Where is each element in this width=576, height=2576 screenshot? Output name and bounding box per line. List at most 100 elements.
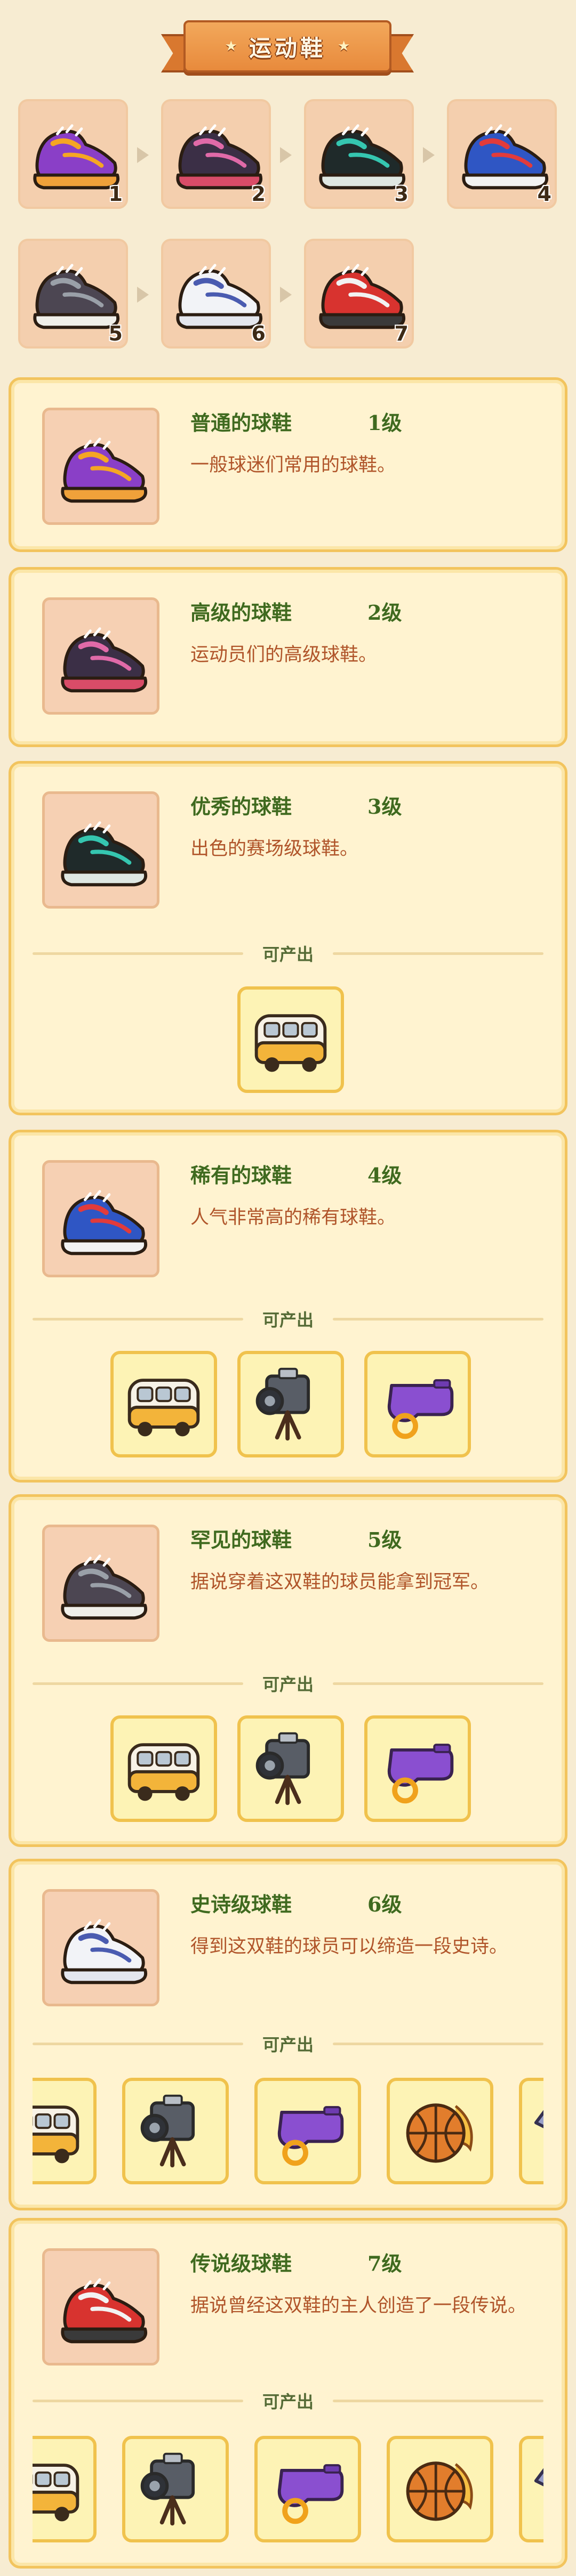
shoe-name: 稀有的球鞋	[190, 1163, 292, 1187]
whistle-icon	[277, 2464, 344, 2524]
video-camera-icon	[255, 1732, 310, 1805]
shoe-level: 6级	[367, 1892, 402, 1916]
product-item-bus[interactable]	[33, 2078, 97, 2184]
ribbon-body: ★ 运动鞋 ★	[183, 20, 391, 72]
bus-icon	[33, 2464, 79, 2522]
produce-divider: 可产出	[33, 2390, 543, 2412]
shoe-name: 高级的球鞋	[190, 601, 292, 625]
bus-icon	[254, 1014, 327, 1072]
product-item-jersey[interactable]	[519, 2078, 543, 2184]
sneaker-icon	[61, 1919, 147, 1984]
shoe-portrait	[42, 1160, 159, 1277]
product-item-whistle[interactable]	[254, 2436, 361, 2542]
video-camera-icon	[255, 1367, 310, 1441]
product-item-bus[interactable]	[33, 2436, 97, 2542]
star-icon: ★	[225, 38, 237, 54]
shoe-portrait	[42, 1889, 159, 2006]
shoe-portrait	[42, 2248, 159, 2366]
whistle-icon	[387, 1379, 454, 1439]
shoe-level: 5级	[367, 1528, 402, 1552]
product-strip[interactable]	[33, 2075, 543, 2188]
product-item-basketball[interactable]	[387, 2436, 493, 2542]
shoe-description: 出色的赛场级球鞋。	[190, 838, 359, 860]
bus-icon	[127, 1743, 200, 1801]
produce-divider: 可产出	[33, 1673, 543, 1695]
basketball-icon	[406, 2103, 473, 2163]
level-number: 7	[394, 322, 409, 345]
shoe-name: 史诗级球鞋	[190, 1892, 292, 1916]
produce-label: 可产出	[262, 944, 314, 965]
level-number: 4	[537, 182, 551, 206]
sneaker-icon	[61, 1190, 147, 1255]
evolution-tile[interactable]: 3	[304, 99, 414, 209]
title-ribbon: ★ 运动鞋 ★	[161, 20, 414, 80]
jersey-icon	[534, 2468, 543, 2486]
shoe-description: 一般球迷们常用的球鞋。	[190, 455, 396, 476]
shoe-card: 罕见的球鞋 5级 据说穿着这双鞋的球员能拿到冠军。 可产出	[9, 1494, 567, 1847]
level-number: 3	[394, 182, 409, 206]
produce-label: 可产出	[262, 2035, 314, 2055]
shoe-name: 罕见的球鞋	[190, 1528, 292, 1552]
shoe-card: 稀有的球鞋 4级 人气非常高的稀有球鞋。 可产出	[9, 1130, 567, 1483]
product-item-basketball[interactable]	[387, 2078, 493, 2184]
evolution-tile[interactable]: 7	[304, 239, 414, 349]
product-item-whistle[interactable]	[364, 1715, 471, 1822]
produce-label: 可产出	[262, 2392, 314, 2412]
whistle-icon	[387, 1744, 454, 1804]
arrow-right-icon	[280, 287, 292, 303]
product-item-camera[interactable]	[122, 2436, 229, 2542]
product-item-camera[interactable]	[237, 1351, 344, 1457]
product-item-bus[interactable]	[237, 986, 344, 1093]
shoe-card: 普通的球鞋 1级 一般球迷们常用的球鞋。	[9, 377, 567, 552]
arrow-right-icon	[423, 147, 435, 163]
shoe-card: 史诗级球鞋 6级 得到这双鞋的球员可以缔造一段史诗。 可产出	[9, 1859, 567, 2210]
shoe-description: 据说曾经这双鞋的主人创造了一段传说。	[190, 2295, 527, 2316]
evolution-tile[interactable]: 5	[18, 239, 128, 349]
level-number: 6	[251, 322, 266, 345]
product-item-bus[interactable]	[110, 1715, 217, 1822]
sneaker-icon	[61, 2278, 147, 2344]
shoe-card: 传说级球鞋 7级 据说曾经这双鞋的主人创造了一段传说。 可产出	[9, 2218, 567, 2569]
evolution-tile[interactable]: 4	[447, 99, 557, 209]
jersey-icon	[534, 2110, 543, 2128]
level-number: 5	[108, 322, 123, 345]
product-item-jersey[interactable]	[519, 2436, 543, 2542]
product-strip[interactable]	[33, 2433, 543, 2546]
evolution-tile[interactable]: 1	[18, 99, 128, 209]
shoe-card: 优秀的球鞋 3级 出色的赛场级球鞋。 可产出	[9, 761, 567, 1115]
shoe-portrait	[42, 791, 159, 909]
product-item-whistle[interactable]	[364, 1351, 471, 1457]
shoe-name: 普通的球鞋	[190, 411, 292, 435]
star-icon: ★	[338, 38, 350, 54]
page-title: 运动鞋	[249, 35, 326, 61]
shoe-description: 得到这双鞋的球员可以缔造一段史诗。	[190, 1936, 508, 1957]
produce-divider: 可产出	[33, 1308, 543, 1330]
sneaker-icon	[61, 1554, 147, 1620]
evolution-tile[interactable]: 6	[161, 239, 271, 349]
produce-divider: 可产出	[33, 943, 543, 965]
shoe-portrait	[42, 597, 159, 715]
video-camera-icon	[140, 2094, 195, 2168]
product-item-camera[interactable]	[237, 1715, 344, 1822]
shoe-level: 3级	[367, 795, 402, 819]
product-item-camera[interactable]	[122, 2078, 229, 2184]
bus-icon	[33, 2105, 79, 2164]
evolution-tile[interactable]: 2	[161, 99, 271, 209]
produce-label: 可产出	[262, 1674, 314, 1695]
sneaker-icon	[61, 627, 147, 693]
shoe-portrait	[42, 408, 159, 525]
shoe-level: 1级	[367, 411, 402, 435]
bus-icon	[127, 1379, 200, 1437]
sneaker-icon	[61, 821, 147, 887]
product-item-whistle[interactable]	[254, 2078, 361, 2184]
arrow-right-icon	[280, 147, 292, 163]
product-item-bus[interactable]	[110, 1351, 217, 1457]
shoe-card: 高级的球鞋 2级 运动员们的高级球鞋。	[9, 567, 567, 747]
level-number: 2	[251, 182, 266, 206]
shoe-name: 传说级球鞋	[190, 2251, 292, 2275]
shoe-level: 2级	[367, 601, 402, 625]
arrow-right-icon	[137, 147, 149, 163]
whistle-icon	[277, 2106, 344, 2166]
shoe-level: 7级	[367, 2251, 402, 2275]
shoe-description: 运动员们的高级球鞋。	[190, 644, 378, 666]
